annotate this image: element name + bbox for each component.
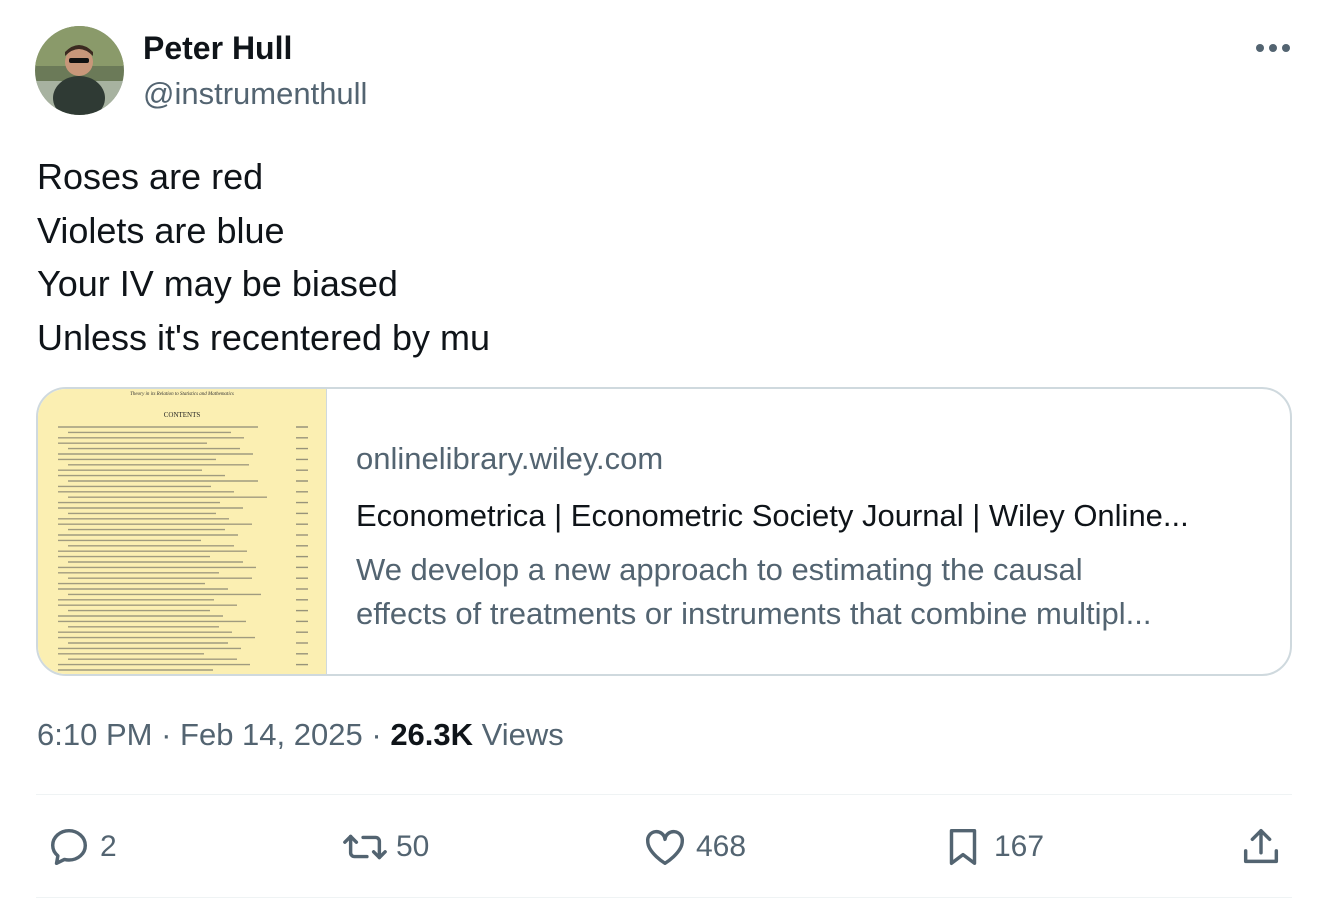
card-domain: onlinelibrary.wiley.com bbox=[356, 441, 664, 476]
like-button[interactable]: 468 bbox=[642, 822, 746, 872]
meta-separator: · bbox=[371, 717, 382, 752]
tweet-line: Violets are blue bbox=[37, 209, 285, 251]
like-count: 468 bbox=[696, 830, 747, 863]
divider bbox=[36, 897, 1292, 898]
thumbnail-header: Theory in its Relation to Statistics and… bbox=[130, 392, 234, 397]
tweet-text: Roses are red Violets are blue Your IV m… bbox=[37, 150, 490, 364]
tweet-line: Your IV may be biased bbox=[37, 263, 398, 304]
bookmark-icon bbox=[949, 828, 977, 866]
tweet-line: Roses are red bbox=[37, 156, 264, 197]
divider bbox=[36, 794, 1292, 795]
share-icon bbox=[1243, 828, 1279, 864]
heart-icon bbox=[646, 829, 684, 866]
share-button[interactable] bbox=[1238, 822, 1284, 872]
card-description: We develop a new approach to estimating … bbox=[356, 548, 1262, 636]
tweet-meta: 6:10 PM · Feb 14, 2025 · 26.3K Views bbox=[37, 717, 564, 753]
reply-icon bbox=[50, 828, 88, 866]
tweet-date[interactable]: Feb 14, 2025 bbox=[180, 717, 363, 752]
more-options-icon[interactable] bbox=[1252, 30, 1294, 66]
reply-count: 2 bbox=[100, 830, 117, 863]
repost-button[interactable]: 50 bbox=[342, 822, 429, 872]
card-thumbnail: Theory in its Relation to Statistics and… bbox=[38, 389, 327, 674]
card-title: Econometrica | Econometric Society Journ… bbox=[356, 498, 1189, 533]
thumbnail-contents bbox=[58, 426, 308, 671]
author-handle[interactable]: @instrumenthull bbox=[143, 76, 367, 112]
repost-count: 50 bbox=[396, 830, 430, 863]
link-preview-card[interactable]: Theory in its Relation to Statistics and… bbox=[36, 387, 1292, 676]
tweet-line: Unless it's recentered by mu bbox=[37, 316, 491, 358]
repost-icon bbox=[343, 834, 387, 860]
reply-button[interactable]: 2 bbox=[46, 822, 117, 872]
avatar[interactable] bbox=[35, 26, 124, 115]
bookmark-count: 167 bbox=[994, 830, 1045, 863]
thumbnail-heading: CONTENTS bbox=[164, 411, 201, 419]
views-count: 26.3K bbox=[390, 717, 474, 752]
author-name[interactable]: Peter Hull bbox=[143, 30, 292, 67]
meta-separator: · bbox=[161, 717, 172, 752]
views-label: Views bbox=[481, 717, 564, 752]
card-description-line: effects of treatments or instruments tha… bbox=[356, 596, 1152, 631]
card-description-line: We develop a new approach to estimating … bbox=[356, 552, 1083, 587]
bookmark-button[interactable]: 167 bbox=[940, 822, 1044, 872]
tweet-time[interactable]: 6:10 PM bbox=[37, 717, 152, 752]
